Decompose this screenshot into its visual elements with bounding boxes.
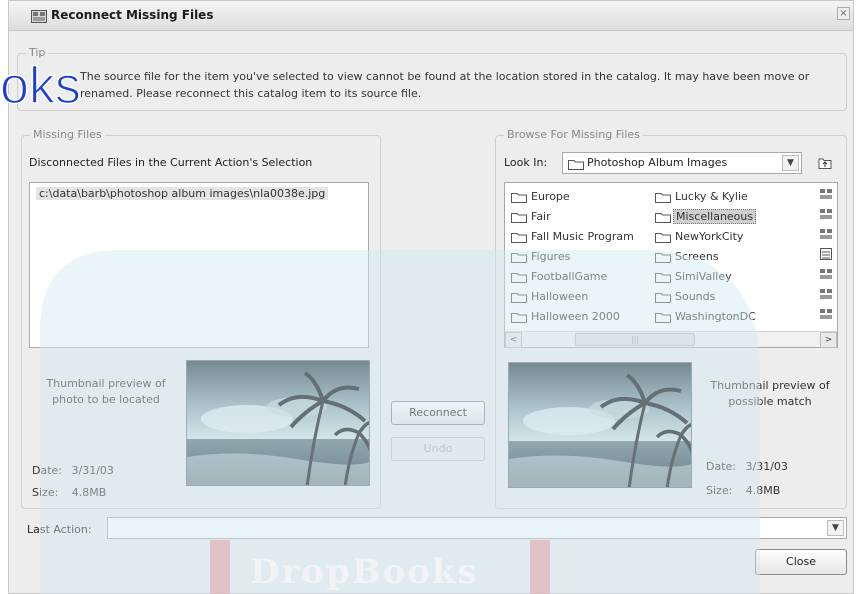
size-value: 4.8MB <box>745 484 781 497</box>
view-icon[interactable] <box>819 187 833 201</box>
match-thumbnail-image <box>508 362 692 488</box>
scroll-left-button[interactable]: < <box>505 332 522 348</box>
last-action-field[interactable]: ▼ <box>107 517 847 539</box>
folder-name: Screens <box>675 250 719 263</box>
missing-thumbnail-image <box>186 360 370 486</box>
view-icon[interactable] <box>819 267 833 281</box>
folder-icon <box>568 160 584 170</box>
folder-name: Sounds <box>675 290 716 303</box>
view-icon[interactable] <box>819 247 833 261</box>
browse-legend: Browse For Missing Files <box>504 128 643 141</box>
look-in-value: Photoshop Album Images <box>587 156 728 169</box>
size-label: Size: <box>32 486 59 499</box>
match-thumbnail-caption: Thumbnail preview of possible match <box>710 379 830 408</box>
missing-date-row: Date: 3/31/03 <box>32 464 114 477</box>
folder-icon <box>511 253 527 263</box>
up-folder-icon[interactable] <box>818 156 832 170</box>
view-toolbar <box>819 187 835 323</box>
folder-name: Fair <box>531 210 551 223</box>
undo-button[interactable]: Undo <box>391 437 485 461</box>
scroll-right-button[interactable]: > <box>820 332 837 348</box>
folder-name: Lucky & Kylie <box>675 190 748 203</box>
tip-text: The source file for the item you've sele… <box>80 70 810 100</box>
missing-files-legend: Missing Files <box>30 128 105 141</box>
look-in-dropdown[interactable]: Photoshop Album Images ▼ <box>562 152 802 174</box>
look-in-label: Look In: <box>504 156 548 169</box>
close-button[interactable]: Close <box>755 549 847 575</box>
folder-icon <box>511 293 527 303</box>
folder-icon <box>511 213 527 223</box>
tip-legend: Tip <box>26 46 49 59</box>
view-icon[interactable] <box>819 287 833 301</box>
browse-group: Browse For Missing Files Look In: Photos… <box>495 128 847 509</box>
folder-icon <box>511 273 527 283</box>
missing-thumbnail-caption: Thumbnail preview of photo to be located <box>46 377 166 406</box>
folder-name: Halloween <box>531 290 589 303</box>
chevron-down-icon[interactable]: ▼ <box>827 520 844 536</box>
date-label: Date: <box>32 464 62 477</box>
missing-files-group: Missing Files Disconnected Files in the … <box>21 128 381 509</box>
folder-icon <box>511 233 527 243</box>
folder-name: WashingtonDC <box>675 310 756 323</box>
list-item[interactable]: c:\data\barb\photoshop album images\nla0… <box>36 187 329 200</box>
folder-icon <box>511 313 527 323</box>
tip-group: Tip The source file for the item you've … <box>17 46 847 111</box>
view-icon[interactable] <box>819 307 833 321</box>
folder-hscrollbar[interactable]: < ||| > <box>505 331 837 348</box>
close-icon[interactable]: × <box>837 7 850 20</box>
disconnected-files-list[interactable]: c:\data\barb\photoshop album images\nla0… <box>29 182 369 348</box>
folder-icon <box>655 193 671 203</box>
folder-icon <box>655 233 671 243</box>
size-label: Size: <box>706 484 733 497</box>
disconnected-files-label: Disconnected Files in the Current Action… <box>29 156 313 169</box>
folder-name: Fall Music Program <box>531 230 634 243</box>
missing-size-row: Size: 4.8MB <box>32 486 106 499</box>
folder-name: Miscellaneous <box>673 209 757 224</box>
app-icon <box>31 10 47 23</box>
match-date-row: Date: 3/31/03 <box>706 460 788 473</box>
folder-name: Halloween 2000 <box>531 310 620 323</box>
size-value: 4.8MB <box>71 486 107 499</box>
folder-icon <box>655 213 671 223</box>
reconnect-dialog: Reconnect Missing Files × Tip The source… <box>8 0 854 594</box>
folder-icon <box>655 293 671 303</box>
folder-icon <box>655 273 671 283</box>
beach-palm-photo <box>509 363 691 487</box>
match-size-row: Size: 4.8MB <box>706 484 780 497</box>
window-title: Reconnect Missing Files <box>51 8 214 22</box>
last-action-label: Last Action: <box>27 523 92 536</box>
folder-icon <box>655 253 671 263</box>
reconnect-button[interactable]: Reconnect <box>391 401 485 425</box>
folder-name: Figures <box>531 250 571 263</box>
view-icon[interactable] <box>819 207 833 221</box>
date-value: 3/31/03 <box>745 460 788 473</box>
folder-browser[interactable]: Europe Fair Fall Music Program Figures Footb… <box>504 182 838 348</box>
scroll-thumb[interactable]: ||| <box>575 333 695 346</box>
date-label: Date: <box>706 460 736 473</box>
beach-palm-photo <box>187 361 369 485</box>
folder-name: NewYorkCity <box>675 230 744 243</box>
date-value: 3/31/03 <box>71 464 114 477</box>
folder-icon <box>511 193 527 203</box>
chevron-down-icon[interactable]: ▼ <box>782 155 799 171</box>
folder-name: Europe <box>531 190 570 203</box>
folder-icon <box>655 313 671 323</box>
folder-name: SimiValley <box>675 270 732 283</box>
title-bar: Reconnect Missing Files × <box>9 1 853 31</box>
view-icon[interactable] <box>819 227 833 241</box>
folder-name: FootballGame <box>531 270 608 283</box>
